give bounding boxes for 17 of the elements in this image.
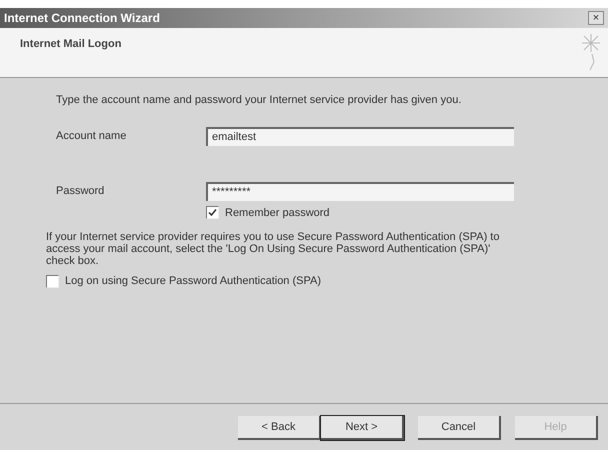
wizard-button[interactable]: Cancel [418,416,501,440]
checkbox[interactable] [46,274,59,288]
window-title: Internet Connection Wizard [4,10,160,27]
intro-text: Type the account name and password your Internet service provider has given you. [56,93,462,108]
page-title: Internet Mail Logon [20,37,122,52]
field-label: Account name [56,128,128,144]
spa-note: If your Internet service provider requires you to use Secure Password Authentication (SPA) to access your mail account, select the 'Log On Using Secure Password Authentication (SPA)' check box. [46,231,500,267]
input-field[interactable]: emailtest [206,126,514,146]
checkbox-option[interactable]: Log on using Secure Password Authentication (SPA) [46,273,592,290]
checkbox-option[interactable]: Remember password [206,204,592,221]
input-field[interactable]: ********* [206,182,514,200]
checkmark-icon [208,208,217,218]
wizard-button[interactable]: Next > [321,416,404,440]
checkbox[interactable] [206,206,219,220]
close-button[interactable]: × [588,11,604,25]
field-label: Password [56,184,106,199]
wizard-button[interactable]: < Back [238,416,321,440]
